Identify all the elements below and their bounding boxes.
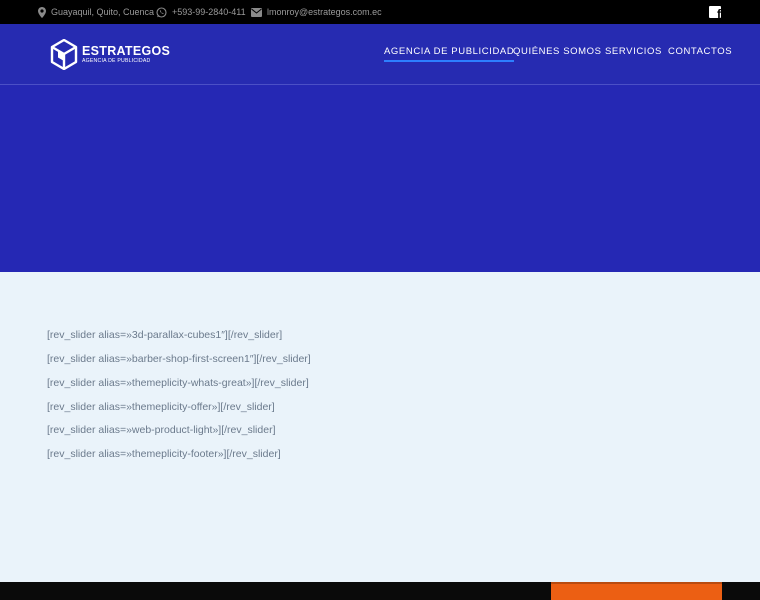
nav-item-contactos[interactable]: CONTACTOS <box>668 46 732 57</box>
map-pin-icon <box>38 6 46 18</box>
site-logo[interactable]: ESTRATEGOS AGENCIA DE PUBLICIDAD <box>50 39 170 70</box>
hero-banner <box>0 85 760 272</box>
phone-text[interactable]: +593-99-2840-411 <box>172 7 246 17</box>
shortcode-line: [rev_slider alias=»3d-parallax-cubes1″][… <box>47 329 283 341</box>
nav-item-agencia[interactable]: AGENCIA DE PUBLICIDAD <box>384 46 515 62</box>
footer-accent-block <box>551 582 722 600</box>
shortcode-line: [rev_slider alias=»barber-shop-first-scr… <box>47 353 311 365</box>
footer-bar <box>0 582 760 600</box>
nav-item-quienes-somos[interactable]: QUIÉNES SOMOS <box>513 46 602 57</box>
email-text[interactable]: lmonroy@estrategos.com.ec <box>267 7 382 17</box>
shortcode-line: [rev_slider alias=»web-product-light»][/… <box>47 424 276 436</box>
logo-tagline: AGENCIA DE PUBLICIDAD <box>82 57 151 64</box>
site-header: ESTRATEGOS AGENCIA DE PUBLICIDAD AGENCIA… <box>0 24 760 85</box>
facebook-icon[interactable]: f <box>709 6 721 18</box>
nav-item-servicios[interactable]: SERVICIOS <box>605 46 662 57</box>
cube-logo-icon <box>50 39 78 70</box>
shortcode-line: [rev_slider alias=»themeplicity-offer»][… <box>47 401 275 413</box>
shortcode-line: [rev_slider alias=»themeplicity-whats-gr… <box>47 377 309 389</box>
whatsapp-icon <box>156 6 167 18</box>
location-text: Guayaquil, Quito, Cuenca <box>51 7 155 17</box>
email-info[interactable]: lmonroy@estrategos.com.ec <box>251 0 382 24</box>
envelope-icon <box>251 7 262 17</box>
location-info: Guayaquil, Quito, Cuenca <box>38 0 154 24</box>
phone-info[interactable]: +593-99-2840-411 <box>156 0 246 24</box>
shortcode-line: [rev_slider alias=»themeplicity-footer»]… <box>47 448 281 460</box>
top-info-bar: Guayaquil, Quito, Cuenca +593-99-2840-41… <box>0 0 760 24</box>
logo-name: ESTRATEGOS <box>82 43 171 58</box>
